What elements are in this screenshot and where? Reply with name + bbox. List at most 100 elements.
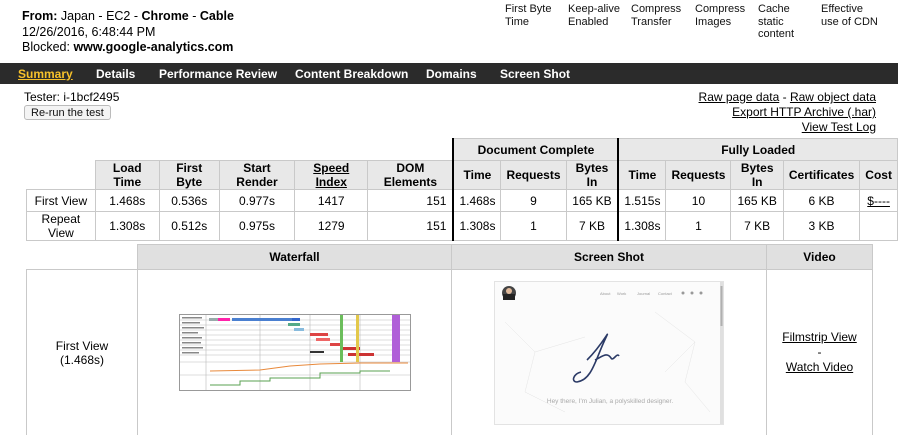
tab-screen-shot[interactable]: Screen Shot — [500, 67, 570, 81]
rerun-test-button[interactable]: Re-run the test — [24, 105, 111, 120]
screenshot-image: About Work Journal Contact Hey there, I'… — [495, 281, 723, 424]
grade-label: Keep-alive — [568, 3, 620, 15]
grade-compress-images[interactable]: Compress Images — [695, 3, 745, 28]
raw-object-data-link[interactable]: Raw object data — [790, 90, 876, 104]
blank-cell — [26, 244, 138, 270]
grade-label: Time — [505, 15, 530, 28]
cell: 9 — [500, 189, 567, 212]
table-row: First View 1.468s 0.536s 0.977s 1417 151… — [26, 189, 898, 212]
screenshot-thumbnail[interactable]: About Work Journal Contact Hey there, I'… — [494, 280, 724, 425]
raw-data-line: Raw page data - Raw object data — [699, 90, 876, 105]
cell: 1.308s — [617, 211, 667, 241]
view-test-log-link[interactable]: View Test Log — [699, 120, 876, 135]
col-load-time: Load Time — [94, 160, 160, 190]
cell: 0.975s — [218, 211, 296, 241]
shot-tagline: Hey there, I'm Julian, a polyskilled des… — [547, 398, 673, 405]
shot-nav-item: About — [600, 291, 611, 296]
cell: 1279 — [294, 211, 369, 241]
cost-link[interactable]: $---- — [859, 189, 898, 212]
col-doc-bytes: Bytes In — [565, 160, 619, 190]
col-full-bytes: Bytes In — [730, 160, 784, 190]
cell: 0.977s — [218, 189, 296, 212]
video-cell: Filmstrip View - Watch Video — [766, 269, 873, 435]
waterfall-cell — [137, 269, 452, 435]
cell: 1.515s — [617, 189, 667, 212]
tab-summary[interactable]: Summary — [18, 67, 73, 81]
group-fully-loaded: Fully Loaded — [617, 138, 898, 161]
col-doc-requests: Requests — [500, 160, 567, 190]
export-links: Raw page data - Raw object data Export H… — [699, 90, 876, 135]
row-label: First View — [55, 338, 109, 353]
cell: 3 KB — [782, 211, 861, 241]
cell: 1.308s — [94, 211, 160, 241]
grade-label: Effective — [821, 3, 863, 15]
cell: 1 — [500, 211, 567, 241]
watch-video-link[interactable]: Watch Video — [767, 360, 872, 375]
shot-nav-item: Contact — [658, 291, 673, 296]
media-row: First View (1.468s) About Work Journal C… — [26, 269, 873, 435]
grade-label: static — [758, 15, 784, 28]
results-table: Document Complete Fully Loaded Load Time… — [26, 138, 898, 241]
separator: - — [779, 90, 790, 104]
tab-domains[interactable]: Domains — [426, 67, 477, 81]
grade-cdn[interactable]: Effective use of CDN — [821, 3, 878, 28]
filmstrip-view-link[interactable]: Filmstrip View — [767, 330, 872, 345]
group-document-complete: Document Complete — [452, 138, 619, 161]
col-speed-index[interactable]: Speed Index — [294, 160, 369, 190]
grade-label: content — [758, 28, 795, 40]
grade-keep-alive[interactable]: Keep-alive Enabled — [568, 3, 620, 28]
col-screen-shot: Screen Shot — [451, 244, 767, 270]
separator: - — [817, 345, 822, 359]
row-label: Repeat View — [26, 211, 96, 241]
media-row-label: First View (1.468s) — [26, 269, 138, 435]
cell: 10 — [665, 189, 732, 212]
cell: 7 KB — [565, 211, 619, 241]
waterfall-chart-image — [179, 315, 410, 390]
grade-label: Enabled — [568, 15, 609, 28]
row-time: (1.468s) — [59, 352, 105, 367]
cell: 165 KB — [565, 189, 619, 212]
grade-label: Transfer — [631, 15, 672, 28]
col-full-requests: Requests — [665, 160, 732, 190]
cell: 151 — [367, 189, 454, 212]
blank-cell — [27, 161, 96, 190]
tab-performance-review[interactable]: Performance Review — [159, 67, 277, 81]
col-cost: Cost — [859, 160, 898, 190]
grade-label: Compress — [695, 3, 746, 15]
cell: 1417 — [294, 189, 369, 212]
col-waterfall: Waterfall — [137, 244, 452, 270]
media-header-row: Waterfall Screen Shot Video — [26, 244, 873, 270]
cell: 6 KB — [782, 189, 861, 212]
col-start-render: Start Render — [218, 160, 296, 190]
column-header-row: Load Time First Byte Start Render Speed … — [27, 160, 898, 190]
col-dom-elements: DOM Elements — [367, 160, 454, 190]
cell: 1.308s — [452, 211, 502, 241]
export-har-link[interactable]: Export HTTP Archive (.har) — [699, 105, 876, 120]
tab-content-breakdown[interactable]: Content Breakdown — [295, 67, 408, 81]
col-doc-time: Time — [452, 160, 502, 190]
waterfall-thumbnail[interactable] — [178, 314, 411, 391]
tab-details[interactable]: Details — [96, 67, 135, 81]
grade-label: Images — [695, 15, 732, 28]
grade-label: Cache — [758, 3, 790, 15]
blank-cell — [27, 139, 454, 161]
cell: 7 KB — [730, 211, 784, 241]
tester-id: Tester: i-1bcf2495 — [24, 90, 120, 104]
col-full-time: Time — [617, 160, 667, 190]
cell: 1.468s — [452, 189, 502, 212]
cell: 1 — [665, 211, 732, 241]
col-certificates: Certificates — [782, 160, 861, 190]
shot-nav-item: Work — [617, 291, 626, 296]
raw-page-data-link[interactable]: Raw page data — [699, 90, 780, 104]
grade-label: Compress — [631, 3, 682, 15]
shot-nav-item: Journal — [637, 291, 650, 296]
grade-first-byte[interactable]: First Byte Time — [505, 3, 551, 28]
col-video: Video — [766, 244, 873, 270]
grade-compress-transfer[interactable]: Compress Transfer — [631, 3, 681, 28]
row-label: First View — [26, 189, 96, 212]
cell: 151 — [367, 211, 454, 241]
table-row: Repeat View 1.308s 0.512s 0.975s 1279 15… — [26, 211, 898, 241]
screenshot-cell: About Work Journal Contact Hey there, I'… — [451, 269, 767, 435]
grade-cache-static[interactable]: Cache static content — [758, 3, 794, 41]
cell: 0.536s — [158, 189, 220, 212]
